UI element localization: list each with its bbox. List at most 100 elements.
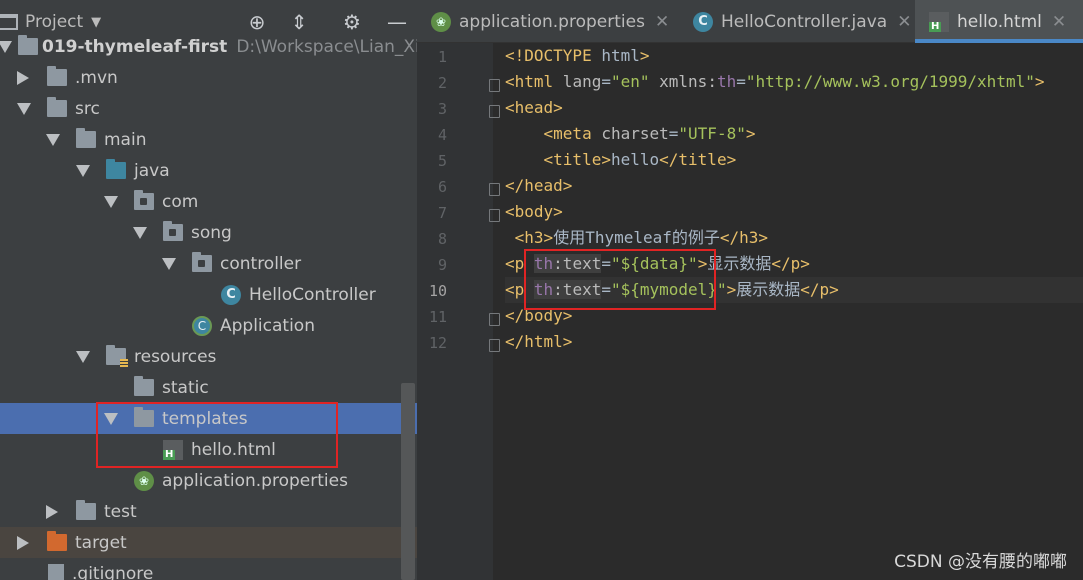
tree-item-label: com (162, 191, 199, 212)
tab-hello-html[interactable]: H hello.html ✕ (915, 0, 1083, 43)
code-line[interactable]: <meta charset="UTF-8"> (505, 121, 756, 147)
line-number: 2 (437, 74, 447, 92)
code-line[interactable]: </html> (505, 329, 572, 355)
tab-label: application.properties (459, 11, 645, 32)
html-file-icon: H (929, 11, 949, 32)
tree-item-label: controller (220, 253, 302, 274)
line-number: 6 (437, 178, 447, 196)
line-number: 3 (437, 100, 447, 118)
tree-scrollbar[interactable] (401, 383, 415, 580)
spring-properties-icon: ❀ (134, 470, 154, 491)
folder-icon (47, 97, 67, 117)
editor: ❀ application.properties ✕ C HelloContro… (417, 0, 1083, 580)
module-folder-icon (18, 35, 38, 55)
line-number: 9 (437, 256, 447, 274)
watermark: CSDN @没有腰的嘟嘟 (894, 552, 1067, 572)
tree-item-test[interactable]: test (0, 496, 417, 527)
code-line[interactable]: </head> (505, 173, 572, 199)
line-number: 7 (437, 204, 447, 222)
tree-item-mvn[interactable]: .mvn (0, 62, 417, 93)
class-icon: C (693, 11, 713, 32)
expand-arrow-icon[interactable] (17, 70, 29, 85)
tree-item-gitignore[interactable]: .gitignore (0, 558, 417, 580)
resources-folder-icon (106, 345, 128, 367)
tree-item-label: 019-thymeleaf-first (42, 36, 228, 57)
tree-item-song[interactable]: song (0, 217, 417, 248)
annotation-box-th-text (524, 249, 716, 310)
fold-marker-icon[interactable] (489, 183, 500, 196)
tree-item-com[interactable]: com (0, 186, 417, 217)
fold-marker-icon[interactable] (489, 339, 500, 352)
fold-marker-icon[interactable] (489, 105, 500, 118)
annotation-box-templates (96, 402, 338, 468)
expand-arrow-icon[interactable] (17, 535, 29, 550)
folder-icon (76, 500, 96, 520)
code-line[interactable]: <head> (505, 95, 563, 121)
line-number: 12 (428, 334, 447, 352)
tree-item-label: Application (220, 315, 315, 336)
tree-item-label: main (104, 129, 147, 150)
tree-item-label: test (104, 501, 137, 522)
project-window-icon (0, 14, 18, 30)
tree-item-label: static (162, 377, 209, 398)
tree-item-label: .gitignore (72, 563, 154, 580)
tree-item-main[interactable]: main (0, 124, 417, 155)
code-line[interactable]: <h3>使用Thymeleaf的例子</h3> (505, 225, 768, 251)
tree-item-static[interactable]: static (0, 372, 417, 403)
folder-icon (76, 128, 96, 148)
expand-arrow-icon[interactable] (133, 226, 147, 239)
close-icon[interactable]: ✕ (655, 12, 669, 32)
tree-item-application[interactable]: C Application (0, 310, 417, 341)
tab-application-properties[interactable]: ❀ application.properties ✕ (417, 0, 679, 43)
tree-item-controller[interactable]: controller (0, 248, 417, 279)
expand-arrow-icon[interactable] (46, 133, 60, 146)
fold-marker-icon[interactable] (489, 209, 500, 222)
code-line[interactable]: <body> (505, 199, 563, 225)
expand-arrow-icon[interactable] (17, 102, 31, 115)
expand-arrow-icon[interactable] (76, 350, 90, 363)
spring-properties-icon: ❀ (431, 11, 451, 32)
tree-item-label: target (75, 532, 127, 553)
folder-icon (47, 66, 67, 86)
editor-tab-bar: ❀ application.properties ✕ C HelloContro… (417, 0, 1083, 43)
code-line[interactable]: <title>hello</title> (505, 147, 737, 173)
line-number: 5 (437, 152, 447, 170)
expand-arrow-icon[interactable] (0, 40, 12, 53)
tree-item-module[interactable]: 019-thymeleaf-first D:\Workspace\Lian_Xi… (0, 31, 417, 62)
tree-item-label: java (134, 160, 170, 181)
expand-arrow-icon[interactable] (104, 195, 118, 208)
tree-item-label: .mvn (75, 67, 118, 88)
class-icon: C (221, 284, 241, 305)
tree-item-target[interactable]: target (0, 527, 417, 558)
tab-hellocontroller[interactable]: C HelloController.java ✕ (679, 0, 915, 43)
tree-item-hellocontroller[interactable]: C HelloController (0, 279, 417, 310)
line-number: 1 (437, 48, 447, 66)
expand-arrow-icon[interactable] (162, 257, 176, 270)
line-number: 11 (428, 308, 447, 326)
tree-item-resources[interactable]: resources (0, 341, 417, 372)
code-line[interactable]: <html lang="en" xmlns:th="http://www.w3.… (505, 69, 1044, 95)
source-folder-icon (106, 159, 126, 179)
tree-item-src[interactable]: src (0, 93, 417, 124)
expand-arrow-icon[interactable] (46, 504, 58, 519)
tree-item-java[interactable]: java (0, 155, 417, 186)
fold-marker-icon[interactable] (489, 79, 500, 92)
fold-marker-icon[interactable] (489, 313, 500, 326)
folder-icon (134, 376, 154, 396)
package-icon (163, 221, 183, 241)
expand-arrow-icon[interactable] (76, 164, 90, 177)
tree-item-application-properties[interactable]: ❀ application.properties (0, 465, 417, 496)
tree-item-label: application.properties (162, 470, 348, 491)
line-number-current: 10 (428, 282, 447, 300)
tree-item-label: HelloController (249, 284, 376, 305)
tab-label: HelloController.java (721, 11, 888, 32)
tree-item-label: src (75, 98, 100, 119)
package-icon (134, 190, 154, 210)
close-icon[interactable]: ✕ (897, 12, 911, 32)
project-title: Project (25, 12, 84, 32)
module-path: D:\Workspace\Lian_Xi\Sp (236, 36, 417, 57)
package-icon (192, 252, 212, 272)
code-line[interactable]: <!DOCTYPE html> (505, 43, 650, 69)
tab-label: hello.html (957, 11, 1042, 32)
close-icon[interactable]: ✕ (1052, 12, 1066, 32)
